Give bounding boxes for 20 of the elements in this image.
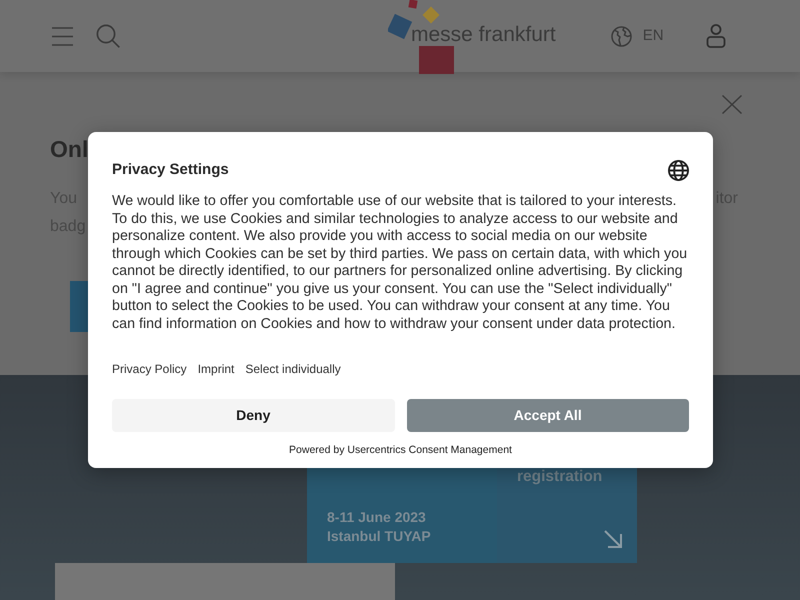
powered-by-text: Powered by Usercentrics Consent Management bbox=[289, 443, 512, 457]
accept-button[interactable]: Accept All bbox=[406, 399, 689, 432]
arrow-down-right-icon bbox=[604, 530, 622, 548]
dialog-link[interactable]: Privacy Policy bbox=[112, 361, 187, 377]
close-icon[interactable] bbox=[722, 95, 742, 114]
dialog-body-text: We would like to offer you comfortable use of our website that is tailored to your interests. To do this, we use Cookies and similar technologies to analyze access to our website and personalize content. We also provide you with access to social media on our website through which Cookies can be set by third parties. We pass on certain data, with which you cannot be directly identified, to our partners for personalized online advertising. By clicking on "I agree and continue" you give us your consent. You can use the "Select individually" button to select the Cookies to be used. You can withdraw your consent at any time. You can find information on Cookies and how to withdraw your consent under data protection. bbox=[112, 193, 688, 333]
registration-label: registration bbox=[517, 468, 602, 486]
cta-button[interactable] bbox=[70, 281, 88, 332]
event-venue: Istanbul TUYAP bbox=[327, 527, 431, 546]
deny-button[interactable]: Deny bbox=[112, 399, 394, 432]
dialog-link[interactable]: Imprint bbox=[198, 361, 234, 377]
search-icon[interactable] bbox=[96, 24, 120, 48]
language-globe-icon[interactable] bbox=[668, 160, 689, 180]
event-date: 8-11 June 2023 bbox=[327, 508, 426, 527]
globe-icon bbox=[610, 26, 632, 46]
dialog-link[interactable]: Select individually bbox=[245, 361, 341, 377]
dialog-title: Privacy Settings bbox=[112, 160, 229, 180]
user-icon[interactable] bbox=[706, 24, 726, 48]
page-heading: Onl bbox=[50, 135, 88, 164]
menu-icon[interactable] bbox=[52, 26, 73, 46]
